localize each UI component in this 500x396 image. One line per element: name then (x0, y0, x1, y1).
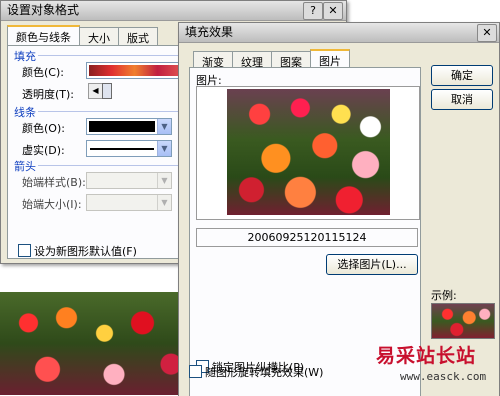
close-icon[interactable]: ✕ (323, 2, 343, 20)
format-dialog-titlebar: 设置对象格式 (1, 1, 346, 21)
line-color-label: 颜色(O): (22, 122, 65, 135)
line-section-title: 线条 (14, 106, 36, 119)
slider-left-arrow-icon[interactable]: ◀ (88, 83, 103, 99)
fill-section-title: 填充 (14, 50, 36, 63)
dash-label: 虚实(D): (22, 144, 65, 157)
site-watermark-url: www.easck.com (400, 370, 487, 383)
file-name-box: 20060925120115124 (196, 228, 418, 247)
close-icon[interactable]: ✕ (477, 24, 497, 42)
sample-preview (431, 303, 495, 339)
help-icon[interactable]: ? (303, 2, 323, 20)
rotate-with-shape-label: 随图形旋转填充效果(W) (205, 366, 324, 379)
dash-style-combo[interactable]: ▼ (86, 140, 172, 157)
begin-size-combo[interactable]: ▼ (86, 194, 172, 211)
background-flower-photo (0, 292, 190, 395)
begin-style-label: 始端样式(B): (22, 176, 86, 189)
cancel-button[interactable]: 取消 (431, 89, 493, 110)
begin-style-combo[interactable]: ▼ (86, 172, 172, 189)
set-default-checkbox[interactable] (18, 244, 31, 257)
begin-size-label: 始端大小(I): (22, 198, 82, 211)
fill-effects-dialog: 填充效果 ✕ 渐变 纹理 图案 图片 图片: 20060925120115124… (178, 22, 500, 396)
site-watermark-title: 易采站长站 (376, 345, 477, 367)
line-color-combo[interactable]: ▼ (86, 118, 172, 135)
chevron-down-icon[interactable]: ▼ (157, 141, 171, 156)
select-picture-button[interactable]: 选择图片(L)... (326, 254, 418, 275)
fill-effects-titlebar: 填充效果 (179, 23, 499, 43)
slider-thumb[interactable] (102, 83, 112, 99)
line-color-swatch (89, 121, 155, 132)
transparency-label: 透明度(T): (22, 88, 75, 101)
rotate-with-shape-checkbox[interactable] (189, 365, 202, 378)
picture-preview-frame (196, 86, 420, 220)
dash-line-preview (90, 148, 154, 150)
arrow-section-title: 箭头 (14, 160, 36, 173)
chevron-down-icon: ▼ (157, 195, 171, 210)
chevron-down-icon[interactable]: ▼ (157, 119, 171, 134)
chevron-down-icon: ▼ (157, 173, 171, 188)
format-dialog-title: 设置对象格式 (7, 3, 80, 17)
set-default-label: 设为新图形默认值(F) (34, 245, 137, 258)
ok-button[interactable]: 确定 (431, 65, 493, 86)
file-name: 20060925120115124 (247, 231, 367, 244)
fill-color-label: 颜色(C): (22, 66, 64, 79)
fill-effects-title: 填充效果 (185, 25, 234, 39)
flower-picture (227, 89, 390, 215)
sample-label: 示例: (431, 289, 457, 302)
